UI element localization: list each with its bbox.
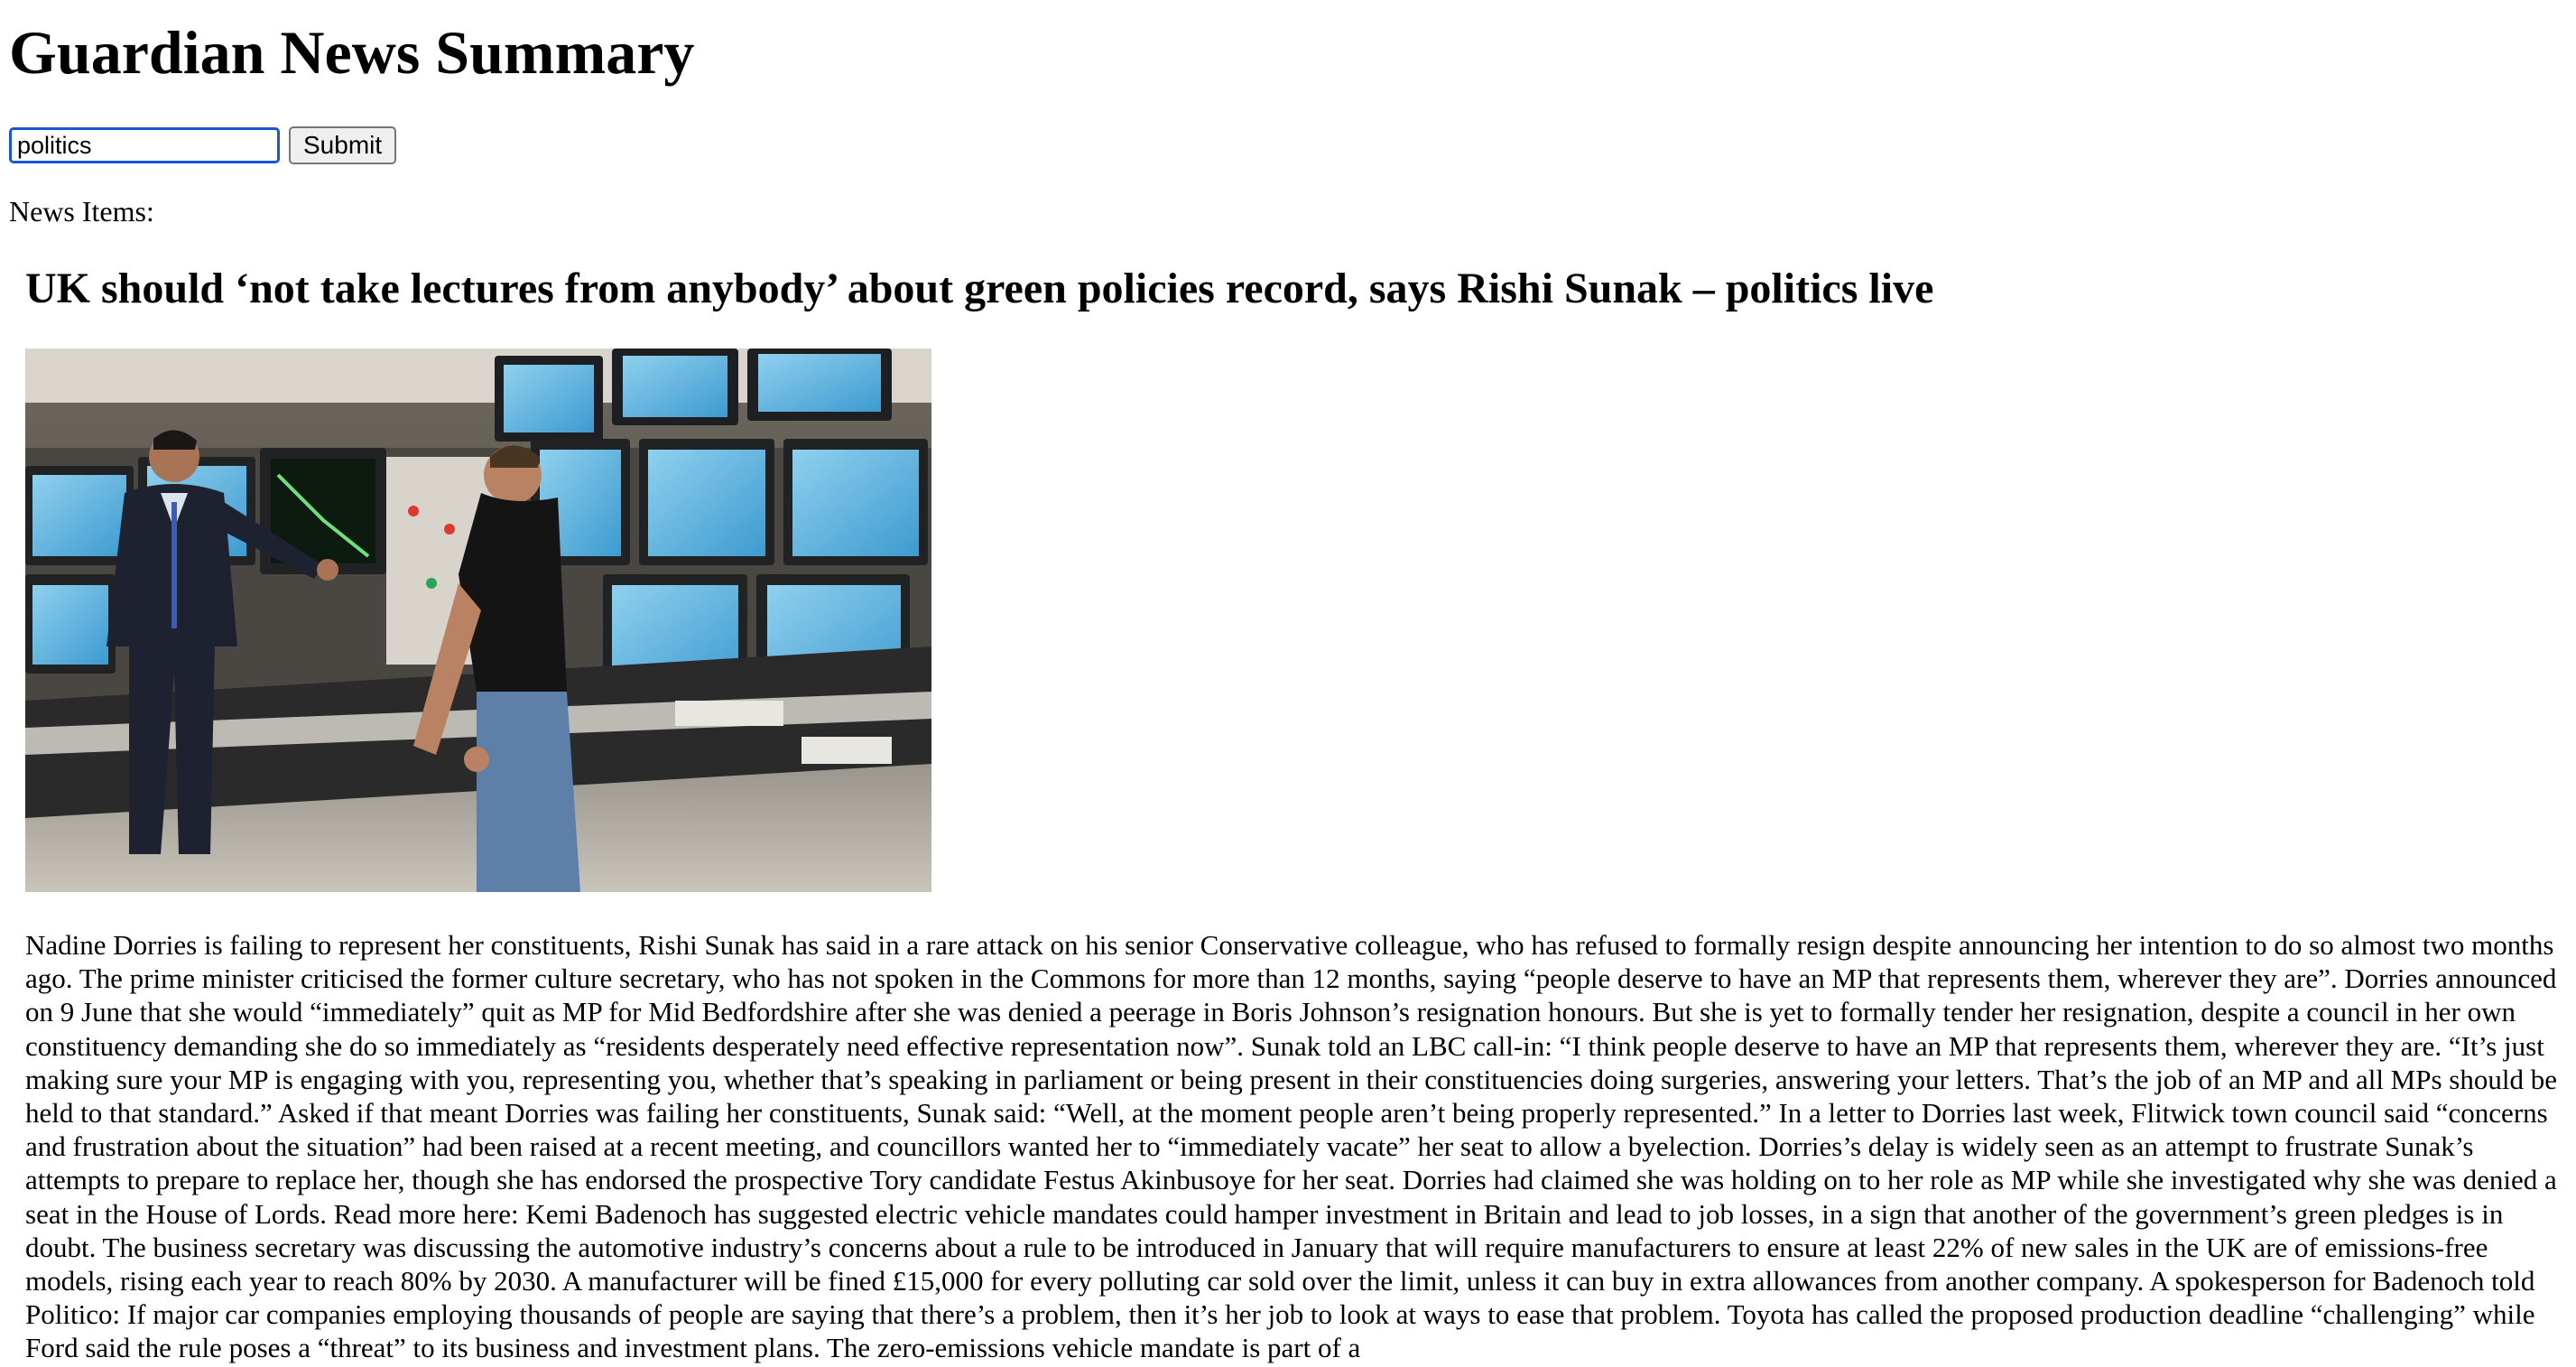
submit-button[interactable]: Submit [289, 126, 397, 164]
search-input[interactable] [9, 127, 280, 163]
news-item: UK should ‘not take lectures from anybod… [25, 256, 2571, 1365]
search-form: Submit [9, 126, 397, 164]
news-image [25, 349, 931, 892]
news-headline: UK should ‘not take lectures from anybod… [25, 265, 1934, 312]
page-title: Guardian News Summary [9, 18, 695, 87]
news-body: Nadine Dorries is failing to represent h… [25, 929, 2557, 1364]
news-items-label: News Items: [9, 195, 154, 228]
